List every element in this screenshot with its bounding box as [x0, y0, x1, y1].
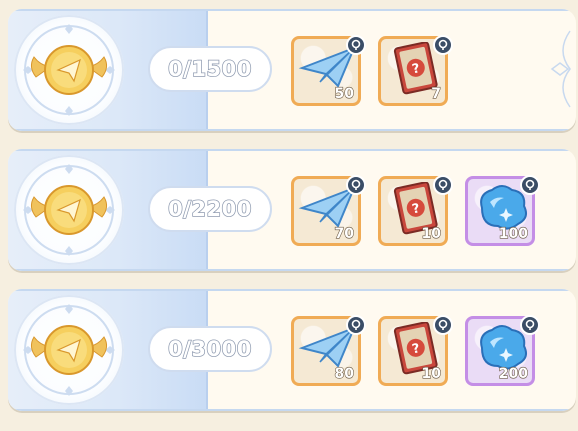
reward-quantity: 10: [421, 365, 442, 382]
progress-counter: 0/1500: [148, 46, 272, 92]
info-icon[interactable]: [520, 315, 540, 335]
reward-quantity: 10: [421, 225, 442, 242]
progress-counter: 0/2200: [148, 186, 272, 232]
reward-quantity: 50: [334, 85, 355, 102]
info-icon[interactable]: [346, 315, 366, 335]
reward-quantity: 80: [334, 365, 355, 382]
info-icon[interactable]: [346, 175, 366, 195]
reward-quantity: 200: [498, 365, 528, 382]
reward-item-paper-plane[interactable]: 80: [291, 315, 366, 386]
reward-quantity: 7: [431, 85, 442, 102]
gold-plane-medal-icon: [14, 15, 124, 125]
reward-item-blue-crystal[interactable]: 100: [465, 175, 540, 246]
gold-plane-medal-icon: [14, 295, 124, 405]
info-icon[interactable]: [433, 315, 453, 335]
progress-counter: 0/3000: [148, 326, 272, 372]
info-icon[interactable]: [346, 35, 366, 55]
reward-item-card-pack[interactable]: ? 10: [378, 175, 453, 246]
reward-quantity: 70: [334, 225, 355, 242]
info-icon[interactable]: [433, 35, 453, 55]
reward-item-paper-plane[interactable]: 50: [291, 35, 366, 106]
info-icon[interactable]: [520, 175, 540, 195]
reward-item-blue-crystal[interactable]: 200: [465, 315, 540, 386]
reward-item-card-pack[interactable]: ? 7: [378, 35, 453, 106]
gold-plane-medal-icon: [14, 155, 124, 265]
ornament-decoration: [550, 30, 571, 108]
reward-tier-row-1: 0/1500 50 ? 7: [8, 9, 576, 131]
reward-item-card-pack[interactable]: ? 10: [378, 315, 453, 386]
reward-quantity: 100: [498, 225, 528, 242]
reward-tier-row-3: 0/3000 80 ? 10 200: [8, 289, 576, 411]
info-icon[interactable]: [433, 175, 453, 195]
reward-tier-row-2: 0/2200 70 ? 10 100: [8, 149, 576, 271]
reward-item-paper-plane[interactable]: 70: [291, 175, 366, 246]
